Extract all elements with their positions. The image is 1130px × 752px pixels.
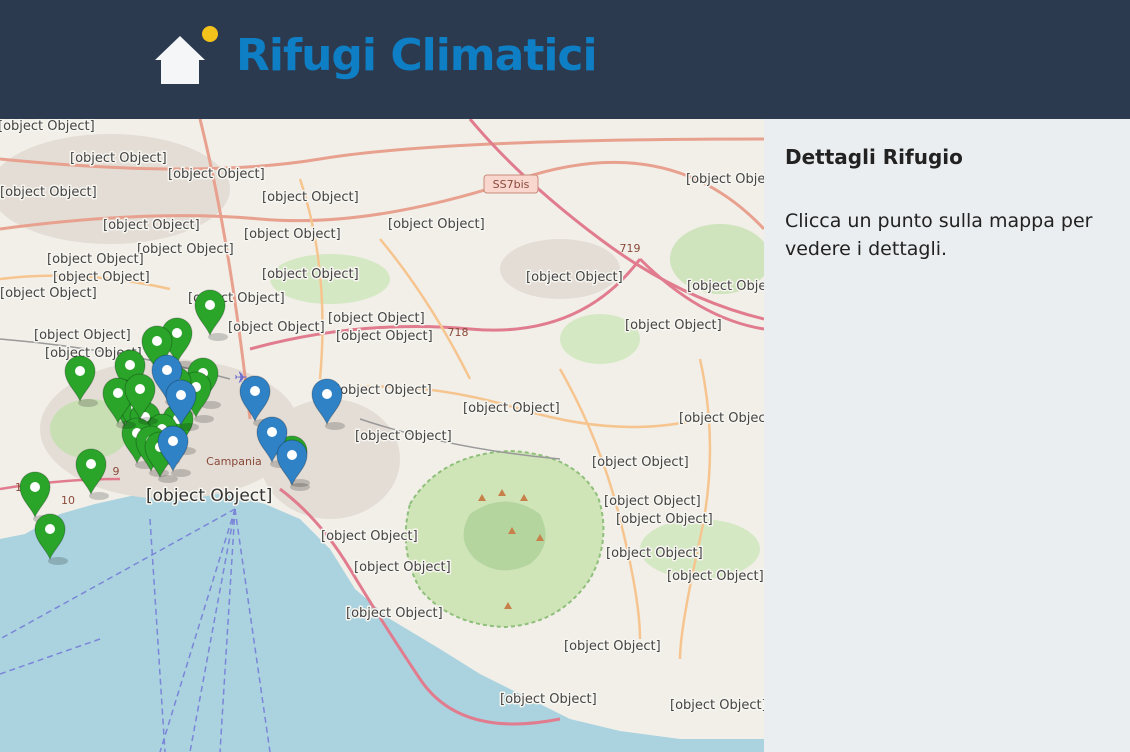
place-label: [object Object] [321,529,418,544]
road-shield: SS7bis [483,174,539,194]
place-label: [object Object] [679,411,764,426]
place-label: [object Object] [526,270,623,285]
place-label: [object Object] [244,227,341,242]
place-label: [object Object] [604,494,701,509]
place-label: [object Object] [137,242,234,257]
details-title: Dettagli Rifugio [785,145,963,169]
place-label: [object Object] [168,167,265,182]
urban-area [500,239,620,299]
place-label: [object Object] [500,692,597,707]
city-label: [object Object] [146,486,272,506]
road-number-label: 718 [448,326,469,339]
road-number-label: 10 [61,494,75,507]
map-view[interactable]: SS7bis 719 718 11 10 9 Campania ✈ [objec… [0,119,764,752]
place-label: [object Object] [103,218,200,233]
place-label: [object Object] [346,606,443,621]
place-label: [object Object] [354,560,451,575]
app-title: Rifugi Climatici [236,30,598,81]
place-label: [object Object] [262,190,359,205]
place-label: [object Object] [228,320,325,335]
place-label: [object Object] [328,311,425,326]
place-label: [object Object] [70,151,167,166]
place-label: [object Object] [0,119,95,134]
place-label: [object Object] [0,185,97,200]
place-label: [object Object] [0,286,97,301]
place-label: [object Object] [670,698,764,713]
place-label: [object Object] [335,383,432,398]
road-number-label: 719 [620,242,641,255]
place-label: [object Object] [388,217,485,232]
place-label: [object Object] [625,318,722,333]
place-label: [object Object] [336,329,433,344]
place-label: [object Object] [355,429,452,444]
place-label: [object Object] [463,401,560,416]
place-label: [object Object] [564,639,661,654]
road-shield-label: SS7bis [493,178,530,191]
header-bar: Rifugi Climatici [0,0,1130,119]
place-label: [object Object] [53,270,150,285]
house-sun-logo-icon [155,26,218,84]
place-label: [object Object] [592,455,689,470]
place-label: [object Object] [687,279,764,294]
road-number-label: 9 [113,465,120,478]
place-label: [object Object] [34,328,131,343]
details-message: Clicca un punto sulla mappa per vedere i… [785,210,1093,260]
place-label: [object Object] [606,546,703,561]
place-label: [object Object] [616,512,713,527]
place-label: [object Object] [47,252,144,267]
place-label: [object Object] [667,569,764,584]
details-panel: Dettagli Rifugio Clicca un punto sulla m… [764,119,1130,752]
map-canvas[interactable]: SS7bis 719 718 11 10 9 Campania ✈ [objec… [0,119,764,752]
road-name-label: Campania [206,455,262,468]
place-label: [object Object] [262,267,359,282]
place-label: [object Object] [686,172,764,187]
